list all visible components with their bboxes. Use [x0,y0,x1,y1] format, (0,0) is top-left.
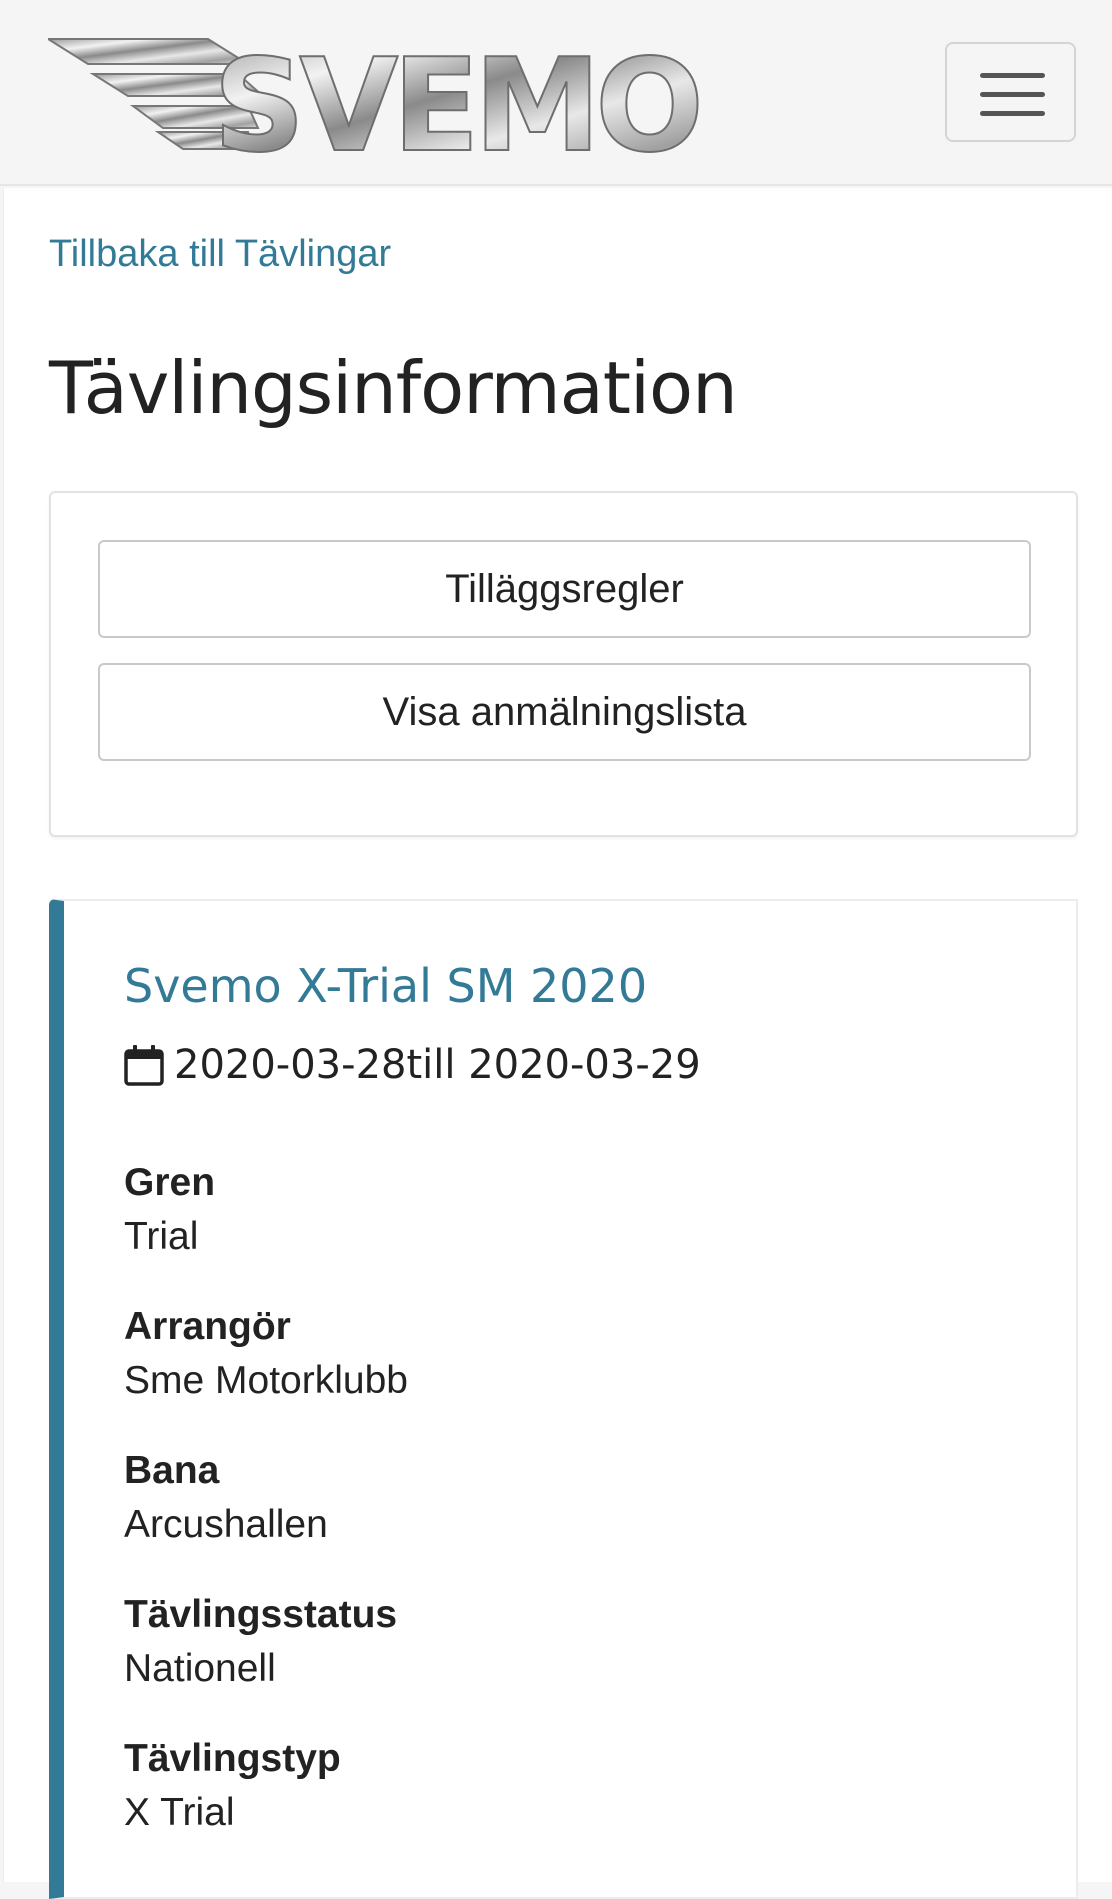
calendar-icon [124,1045,164,1086]
field-value: X Trial [124,1791,235,1834]
field-label: Tävlingstyp [124,1737,341,1780]
hamburger-menu-icon [980,73,1045,78]
event-date: 2020-03-28till 2020-03-29 [124,1042,701,1088]
menu-toggle-button[interactable] [945,42,1076,142]
main-content: Tillbaka till Tävlingar Tävlingsinformat… [3,188,1112,1899]
field-label: Gren [124,1161,216,1204]
field-value: Trial [124,1215,199,1258]
svemo-logo[interactable]: SVEMO [48,36,736,154]
show-entry-list-button[interactable]: Visa anmälningslista [98,663,1031,761]
field-competition-status: Tävlingsstatus Nationell [124,1589,397,1697]
event-card: Svemo X-Trial SM 2020 2020-03-28till 202… [49,899,1078,1899]
field-competition-type: Tävlingstyp X Trial [124,1733,341,1841]
back-to-competitions-link[interactable]: Tillbaka till Tävlingar [49,233,391,276]
field-value: Nationell [124,1647,276,1690]
event-date-range: 2020-03-28till 2020-03-29 [174,1042,701,1088]
field-label: Tävlingsstatus [124,1593,398,1636]
field-track: Bana Arcushallen [124,1445,328,1553]
field-organizer: Arrangör Sme Motorklubb [124,1301,408,1409]
page-title: Tävlingsinformation [49,346,738,430]
supplementary-rules-button[interactable]: Tilläggsregler [98,540,1031,638]
field-discipline: Gren Trial [124,1157,215,1265]
logo-text: SVEMO [213,36,698,154]
field-label: Bana [124,1449,220,1492]
actions-card: Tilläggsregler Visa anmälningslista [49,491,1078,837]
field-value: Sme Motorklubb [124,1359,408,1402]
field-value: Arcushallen [124,1503,328,1546]
hamburger-menu-icon-bar [980,92,1045,97]
navbar: SVEMO [0,0,1112,186]
event-title[interactable]: Svemo X-Trial SM 2020 [124,959,647,1013]
hamburger-menu-icon-bar [980,111,1045,116]
field-label: Arrangör [124,1305,291,1348]
